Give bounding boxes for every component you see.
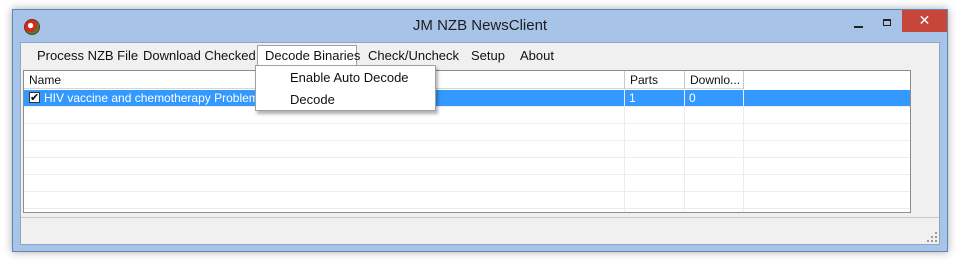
empty-row xyxy=(24,158,910,175)
checkbox-checked-icon[interactable]: ✔ xyxy=(29,92,40,103)
row-downloaded-cell: 0 xyxy=(689,91,696,105)
app-window: JM NZB NewsClient ✕ Process NZB File Dow… xyxy=(12,9,948,252)
close-button[interactable]: ✕ xyxy=(902,10,947,32)
minimize-button[interactable] xyxy=(845,10,871,34)
column-header-parts[interactable]: Parts xyxy=(625,71,685,89)
menu-decode-binaries[interactable]: Decode Binaries xyxy=(257,45,360,67)
status-bar xyxy=(21,217,939,244)
grid-divider xyxy=(624,89,625,212)
size-grip-icon[interactable] xyxy=(927,232,937,242)
title-bar[interactable]: JM NZB NewsClient ✕ xyxy=(13,10,947,42)
empty-row xyxy=(24,141,910,158)
menu-item-decode[interactable]: Decode xyxy=(256,89,435,111)
minimize-icon xyxy=(853,26,863,28)
menu-bar: Process NZB File Download Checked Decode… xyxy=(21,43,939,69)
empty-row xyxy=(24,175,910,192)
decode-binaries-dropdown: Enable Auto Decode Decode xyxy=(255,65,436,111)
list-header: Name Parts Downlo... xyxy=(24,71,910,89)
grid-divider xyxy=(743,89,744,212)
client-area: Process NZB File Download Checked Decode… xyxy=(20,42,940,245)
menu-setup[interactable]: Setup xyxy=(471,46,505,66)
empty-row xyxy=(24,107,910,124)
maximize-icon xyxy=(883,18,891,26)
window-title: JM NZB NewsClient xyxy=(412,17,548,34)
menu-process-nzb-file[interactable]: Process NZB File xyxy=(37,46,138,66)
empty-row xyxy=(24,124,910,141)
menu-download-checked[interactable]: Download Checked xyxy=(143,46,256,66)
table-row[interactable]: ✔ HIV vaccine and chemotherapy Problems … xyxy=(24,90,910,107)
grid-divider xyxy=(684,89,685,212)
download-list[interactable]: Name Parts Downlo... ✔ HIV vaccine and c… xyxy=(23,70,911,213)
column-header-downloaded[interactable]: Downlo... xyxy=(685,71,744,89)
maximize-button[interactable] xyxy=(874,10,900,34)
menu-check-uncheck[interactable]: Check/Uncheck xyxy=(368,46,459,66)
menu-about[interactable]: About xyxy=(520,46,554,66)
close-icon: ✕ xyxy=(918,13,931,29)
menu-item-enable-auto-decode[interactable]: Enable Auto Decode xyxy=(256,67,435,89)
empty-row xyxy=(24,192,910,209)
row-parts-cell: 1 xyxy=(629,91,636,105)
